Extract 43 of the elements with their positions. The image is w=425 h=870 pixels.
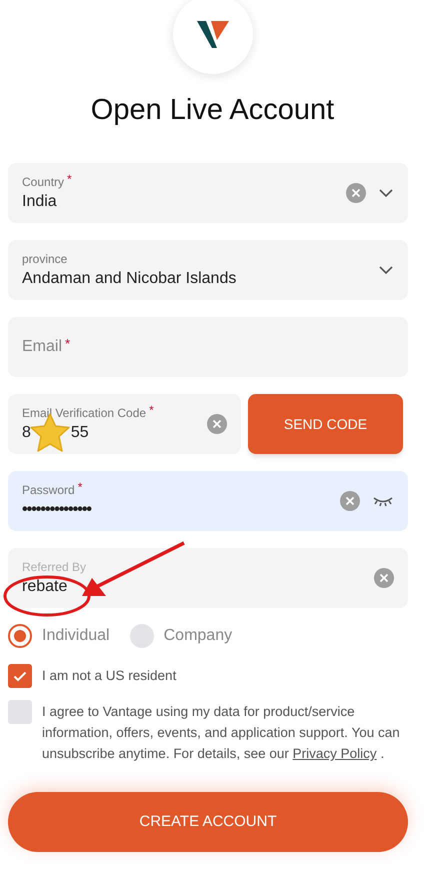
field-value: 55 (70, 425, 89, 441)
radio-option[interactable]: Company (130, 624, 232, 648)
clear-icon[interactable] (346, 183, 366, 203)
send-code-button[interactable]: SEND CODE (248, 394, 403, 454)
input-field[interactable]: Email * (8, 317, 408, 377)
chevron-down-icon[interactable] (378, 188, 394, 198)
clear-icon[interactable] (207, 414, 227, 434)
field-label: province (22, 253, 68, 265)
page-title: Open Live Account (90, 96, 336, 125)
required-mark: * (65, 337, 70, 350)
required-mark: * (67, 173, 72, 185)
field-label: Email Verification Code (22, 407, 146, 419)
field-value: Andaman and Nicobar Islands (22, 271, 238, 287)
radio-icon[interactable] (130, 624, 154, 648)
field-value: rebate (22, 579, 68, 595)
field-label: Country (22, 176, 64, 188)
logo-icon (194, 18, 230, 50)
required-mark: * (78, 481, 82, 493)
closed-eye-icon[interactable] (372, 495, 394, 507)
radio-option[interactable]: Individual (8, 624, 110, 648)
clear-icon[interactable] (340, 491, 360, 511)
select-field[interactable]: Country * India (8, 163, 408, 223)
field-label: Password (22, 484, 75, 496)
field-value: India (22, 194, 58, 210)
consent-text: I agree to Vantage using my data for product/service information, offers, events, and application support. You can unsubscribe anytime. For details, see our Privacy Policy . (42, 703, 401, 763)
select-field[interactable]: province Andaman and Nicobar Islands (8, 240, 408, 300)
radio-icon[interactable] (8, 624, 32, 648)
email-placeholder: Email (22, 339, 62, 355)
input-field[interactable]: Email Verification Code * 8 55 (8, 394, 241, 454)
field-value: ••••••••••••••• (22, 502, 92, 518)
field-label: Referred By (22, 561, 86, 573)
privacy-policy-link[interactable]: Privacy Policy (292, 746, 377, 761)
create-account-button[interactable]: CREATE ACCOUNT (8, 792, 408, 852)
checkmark-icon (13, 670, 27, 682)
consent-text: I am not a US resident (42, 667, 176, 685)
required-mark: * (149, 404, 154, 416)
input-field[interactable]: Password * ••••••••••••••• (8, 471, 408, 531)
input-field[interactable]: Referred By rebate (8, 548, 408, 608)
checkbox[interactable] (8, 664, 32, 688)
checkbox[interactable] (8, 700, 32, 724)
clear-icon[interactable] (374, 568, 394, 588)
field-value: 8 (22, 425, 31, 441)
chevron-down-icon[interactable] (378, 265, 394, 275)
